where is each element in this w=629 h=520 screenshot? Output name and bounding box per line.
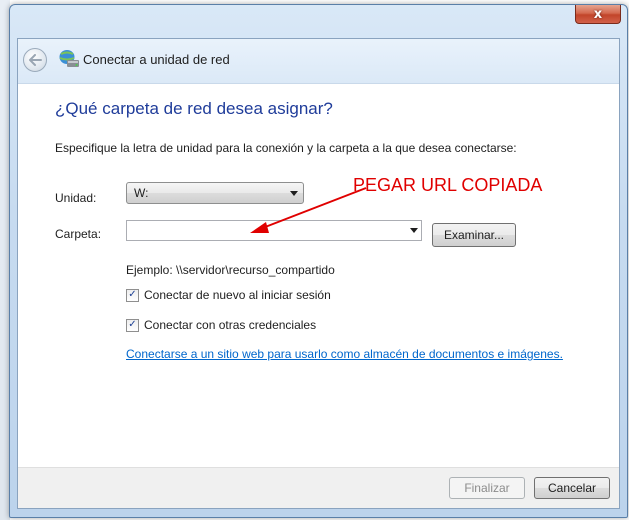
dialog-footer: Finalizar Cancelar [18,467,619,508]
credentials-checkbox[interactable]: ✓ [126,318,139,332]
example-text: Ejemplo: \\servidor\recurso_compartido [126,263,335,277]
network-drive-icon [59,50,79,67]
drive-letter-value: W: [134,186,149,200]
cancel-button[interactable]: Cancelar [534,477,610,499]
close-button[interactable]: x [575,5,621,24]
reconnect-checkbox-row[interactable]: ✓ Conectar de nuevo al iniciar sesión [126,288,331,302]
chevron-down-icon[interactable] [410,228,418,233]
checkmark-icon: ✓ [128,319,137,330]
drive-label: Unidad: [55,191,97,205]
credentials-checkbox-row[interactable]: ✓ Conectar con otras credenciales [126,318,316,332]
back-button[interactable] [23,48,47,72]
website-storage-link[interactable]: Conectarse a un sitio web para usarlo co… [126,347,563,361]
back-arrow-icon [29,54,42,66]
window-title: Conectar a unidad de red [83,52,230,67]
checkmark-icon: ✓ [128,289,137,300]
header-bar: Conectar a unidad de red [18,39,619,84]
close-icon: x [593,6,603,22]
browse-button[interactable]: Examinar... [432,223,516,247]
annotation-arrow-icon [250,187,367,233]
page-heading: ¿Qué carpeta de red desea asignar? [55,99,333,118]
finish-button[interactable]: Finalizar [449,477,525,499]
reconnect-label: Conectar de nuevo al iniciar sesión [144,288,331,302]
dialog-client-area: Conectar a unidad de red ¿Qué carpeta de… [17,38,620,509]
credentials-label: Conectar con otras credenciales [144,318,317,332]
folder-label: Carpeta: [55,227,102,241]
reconnect-checkbox[interactable]: ✓ [126,288,139,302]
instructions-text: Especifique la letra de unidad para la c… [55,141,517,155]
annotation-paste-url: PEGAR URL COPIADA [353,175,543,195]
